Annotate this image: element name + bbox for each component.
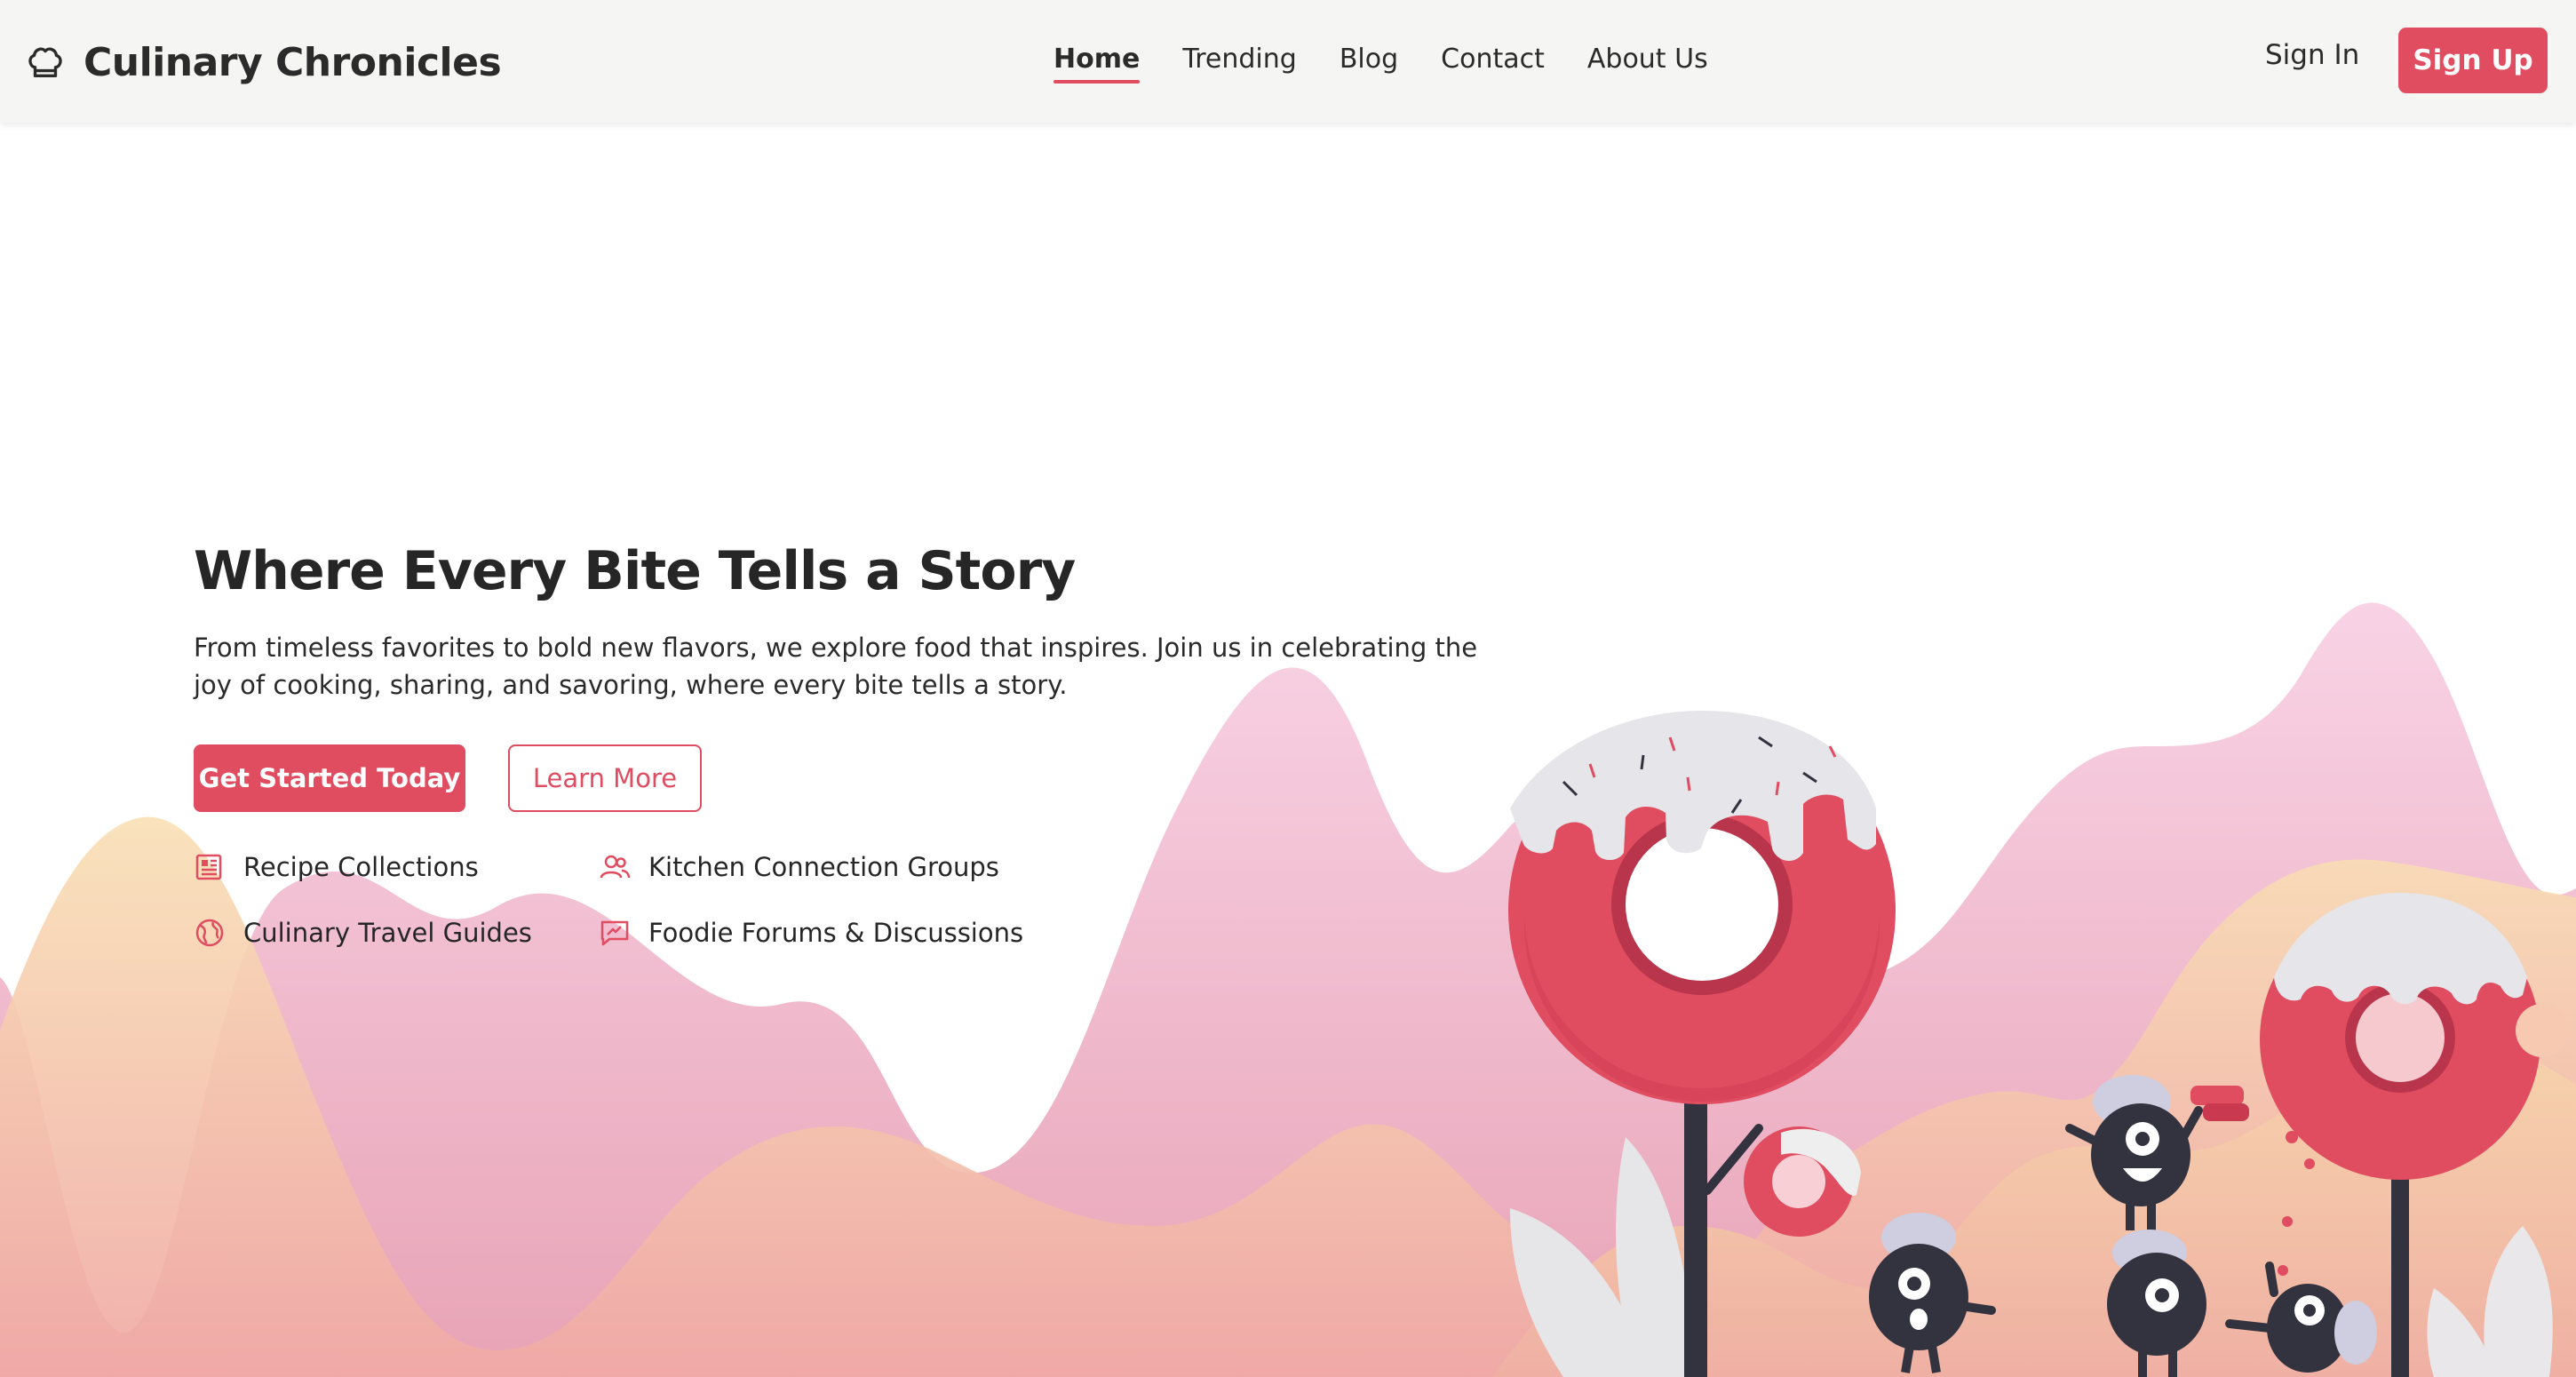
learn-more-button[interactable]: Learn More	[508, 744, 702, 812]
sign-in-link[interactable]: Sign In	[2265, 39, 2359, 71]
top-navbar: Culinary Chronicles Home Trending Blog C…	[0, 0, 2576, 123]
get-started-button[interactable]: Get Started Today	[194, 744, 465, 812]
feature-kitchen-groups: Kitchen Connection Groups	[599, 851, 1043, 883]
cta-row: Get Started Today Learn More	[194, 744, 1544, 812]
nav-home[interactable]: Home	[1053, 44, 1141, 84]
chat-icon	[600, 920, 629, 946]
hero-title: Where Every Bite Tells a Story	[194, 540, 1076, 602]
brand[interactable]: Culinary Chronicles	[25, 34, 502, 91]
sign-up-button[interactable]: Sign Up	[2398, 28, 2548, 93]
nav-contact[interactable]: Contact	[1441, 44, 1545, 80]
feature-travel-guides: Culinary Travel Guides	[194, 917, 599, 949]
users-icon	[600, 855, 631, 879]
feature-label: Culinary Travel Guides	[243, 918, 532, 948]
feature-list: Recipe Collections Kitchen Connection Gr…	[194, 851, 1544, 949]
hero-subtitle: From timeless favorites to bold new flav…	[194, 633, 1478, 700]
nav-blog[interactable]: Blog	[1340, 44, 1398, 80]
chef-hat-icon	[28, 47, 62, 78]
feature-recipe-collections: Recipe Collections	[194, 851, 599, 883]
nav-about-us[interactable]: About Us	[1587, 44, 1708, 80]
feature-label: Foodie Forums & Discussions	[648, 918, 1024, 948]
globe-icon	[195, 919, 224, 947]
main-nav: Home Trending Blog Contact About Us	[1053, 37, 1708, 85]
newspaper-icon	[195, 854, 222, 880]
feature-foodie-forums: Foodie Forums & Discussions	[599, 917, 1043, 949]
feature-label: Recipe Collections	[243, 852, 479, 882]
feature-label: Kitchen Connection Groups	[648, 852, 999, 882]
hero-section: Where Every Bite Tells a Story From time…	[194, 540, 1544, 949]
nav-trending[interactable]: Trending	[1182, 44, 1297, 80]
brand-name: Culinary Chronicles	[83, 39, 502, 85]
